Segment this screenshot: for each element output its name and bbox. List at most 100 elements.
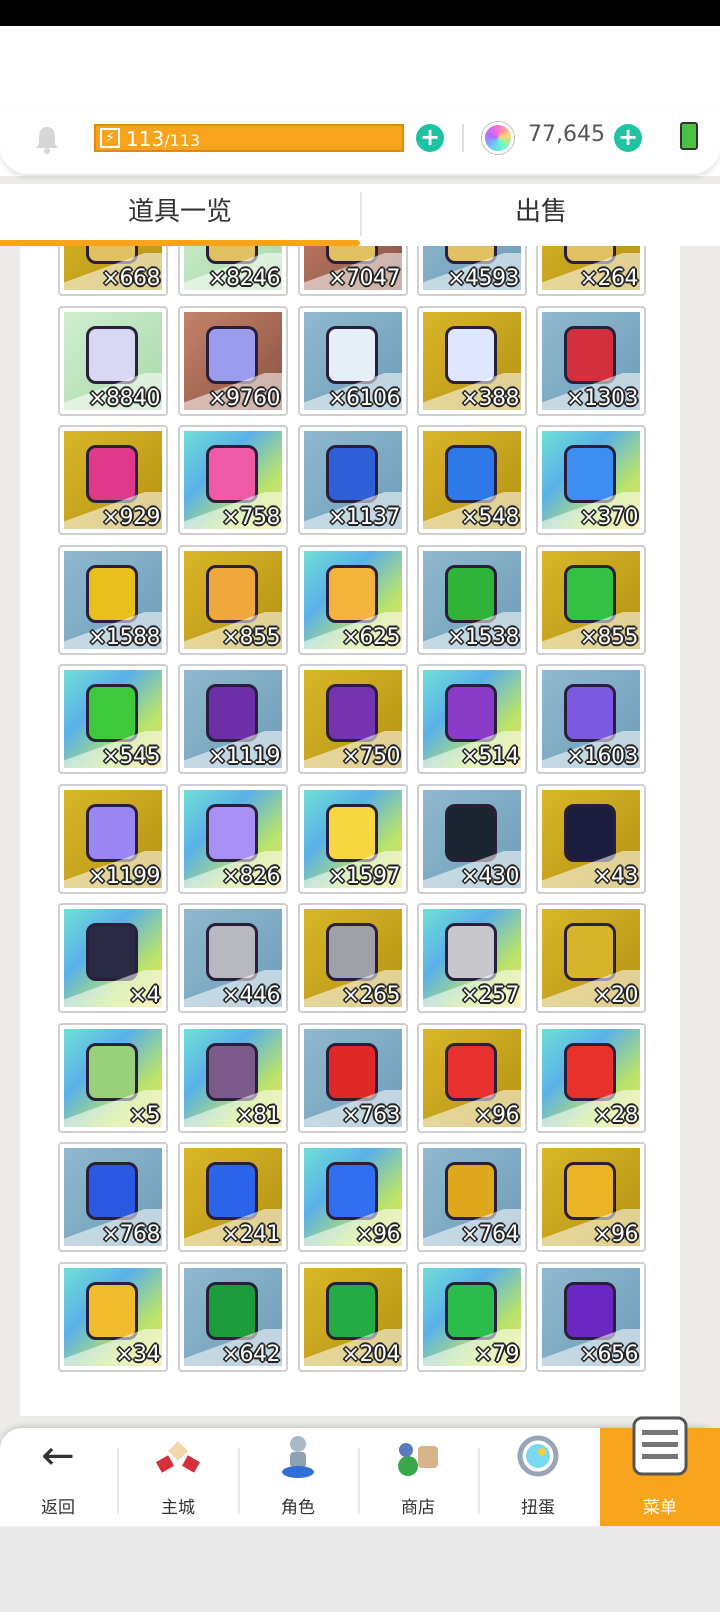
inventory-item[interactable]: ×514 bbox=[417, 664, 527, 774]
inventory-item[interactable]: ×656 bbox=[536, 1262, 646, 1372]
castle-icon bbox=[155, 1441, 201, 1473]
item-background: ×446 bbox=[184, 909, 282, 1007]
inventory-item[interactable]: ×370 bbox=[536, 425, 646, 535]
inventory-item[interactable]: ×7047 bbox=[298, 246, 408, 296]
back-arrow-icon: ← bbox=[41, 1433, 75, 1479]
inventory-item[interactable]: ×8840 bbox=[58, 306, 168, 416]
inventory-item[interactable]: ×625 bbox=[298, 545, 408, 655]
item-background: ×7047 bbox=[304, 246, 402, 290]
inventory-item[interactable]: ×642 bbox=[178, 1262, 288, 1372]
item-quantity: ×1588 bbox=[88, 625, 160, 649]
bottom-nav: ← 返回 主城 角色 商店 扭蛋 菜单 bbox=[0, 1416, 720, 1526]
inventory-item[interactable]: ×257 bbox=[417, 903, 527, 1013]
inventory-item[interactable]: ×1603 bbox=[536, 664, 646, 774]
item-quantity: ×9760 bbox=[208, 386, 280, 410]
inventory-item[interactable]: ×96 bbox=[536, 1142, 646, 1252]
inventory-item[interactable]: ×5 bbox=[58, 1023, 168, 1133]
inventory-item[interactable]: ×388 bbox=[417, 306, 527, 416]
item-quantity: ×763 bbox=[341, 1103, 401, 1127]
inventory-item[interactable]: ×446 bbox=[178, 903, 288, 1013]
inventory-item[interactable]: ×264 bbox=[536, 246, 646, 296]
item-background: ×642 bbox=[184, 1268, 282, 1366]
item-icon bbox=[326, 565, 378, 623]
inventory-item[interactable]: ×1303 bbox=[536, 306, 646, 416]
inventory-item[interactable]: ×4 bbox=[58, 903, 168, 1013]
item-quantity: ×241 bbox=[221, 1222, 281, 1246]
energy-bar: ⚡ 113/113 bbox=[94, 124, 404, 152]
item-background: ×96 bbox=[542, 1148, 640, 1246]
inventory-item[interactable]: ×20 bbox=[536, 903, 646, 1013]
inventory-item[interactable]: ×1588 bbox=[58, 545, 168, 655]
inventory-item[interactable]: ×9760 bbox=[178, 306, 288, 416]
inventory-item[interactable]: ×826 bbox=[178, 784, 288, 894]
nav-gacha[interactable]: 扭蛋 bbox=[480, 1428, 596, 1526]
inventory-item[interactable]: ×668 bbox=[58, 246, 168, 296]
inventory-item[interactable]: ×430 bbox=[417, 784, 527, 894]
item-icon bbox=[564, 804, 616, 862]
inventory-item[interactable]: ×750 bbox=[298, 664, 408, 774]
item-quantity: ×764 bbox=[460, 1222, 520, 1246]
inventory-panel[interactable]: ×668 ×8246 ×7047 ×4593 ×264 ×8840 ×9760 ×6106 ×3… bbox=[20, 246, 680, 1416]
inventory-item[interactable]: ×929 bbox=[58, 425, 168, 535]
inventory-item[interactable]: ×43 bbox=[536, 784, 646, 894]
inventory-item[interactable]: ×1597 bbox=[298, 784, 408, 894]
inventory-item[interactable]: ×1538 bbox=[417, 545, 527, 655]
item-quantity: ×768 bbox=[101, 1222, 161, 1246]
item-icon bbox=[86, 923, 138, 981]
item-quantity: ×79 bbox=[474, 1342, 519, 1366]
item-icon bbox=[445, 804, 497, 862]
add-energy-button[interactable]: + bbox=[416, 124, 444, 152]
inventory-item[interactable]: ×6106 bbox=[298, 306, 408, 416]
inventory-item[interactable]: ×764 bbox=[417, 1142, 527, 1252]
item-quantity: ×1199 bbox=[88, 864, 160, 888]
item-icon bbox=[326, 1043, 378, 1101]
inventory-item[interactable]: ×548 bbox=[417, 425, 527, 535]
shop-bag-icon bbox=[398, 1443, 438, 1476]
battery-icon bbox=[680, 122, 698, 150]
item-quantity: ×750 bbox=[341, 744, 401, 768]
item-background: ×929 bbox=[64, 431, 162, 529]
inventory-item[interactable]: ×8246 bbox=[178, 246, 288, 296]
nav-menu[interactable]: 菜单 bbox=[600, 1416, 720, 1526]
item-icon bbox=[326, 684, 378, 742]
tab-sell[interactable]: 出售 bbox=[362, 184, 720, 246]
inventory-item[interactable]: ×855 bbox=[536, 545, 646, 655]
item-icon bbox=[564, 246, 616, 264]
item-background: ×1588 bbox=[64, 551, 162, 649]
item-icon bbox=[86, 565, 138, 623]
inventory-item[interactable]: ×96 bbox=[417, 1023, 527, 1133]
item-background: ×81 bbox=[184, 1029, 282, 1127]
inventory-item[interactable]: ×79 bbox=[417, 1262, 527, 1372]
nav-character[interactable]: 角色 bbox=[240, 1428, 356, 1526]
item-icon bbox=[564, 326, 616, 384]
inventory-item[interactable]: ×545 bbox=[58, 664, 168, 774]
add-gem-button[interactable]: + bbox=[614, 124, 642, 152]
item-quantity: ×1119 bbox=[208, 744, 280, 768]
item-quantity: ×656 bbox=[579, 1342, 639, 1366]
inventory-item[interactable]: ×763 bbox=[298, 1023, 408, 1133]
bell-icon[interactable] bbox=[34, 124, 60, 154]
inventory-item[interactable]: ×28 bbox=[536, 1023, 646, 1133]
inventory-item[interactable]: ×4593 bbox=[417, 246, 527, 296]
item-quantity: ×1137 bbox=[328, 505, 400, 529]
item-background: ×855 bbox=[542, 551, 640, 649]
item-quantity: ×370 bbox=[579, 505, 639, 529]
inventory-item[interactable]: ×265 bbox=[298, 903, 408, 1013]
inventory-item[interactable]: ×96 bbox=[298, 1142, 408, 1252]
nav-back[interactable]: ← 返回 bbox=[0, 1428, 116, 1526]
inventory-item[interactable]: ×204 bbox=[298, 1262, 408, 1372]
item-icon bbox=[206, 326, 258, 384]
inventory-item[interactable]: ×855 bbox=[178, 545, 288, 655]
item-quantity: ×264 bbox=[579, 266, 639, 290]
tab-item-list[interactable]: 道具一览 bbox=[0, 184, 360, 246]
inventory-item[interactable]: ×1137 bbox=[298, 425, 408, 535]
inventory-item[interactable]: ×34 bbox=[58, 1262, 168, 1372]
inventory-item[interactable]: ×1199 bbox=[58, 784, 168, 894]
inventory-item[interactable]: ×241 bbox=[178, 1142, 288, 1252]
nav-main-city[interactable]: 主城 bbox=[120, 1428, 236, 1526]
inventory-item[interactable]: ×758 bbox=[178, 425, 288, 535]
nav-shop[interactable]: 商店 bbox=[360, 1428, 476, 1526]
inventory-item[interactable]: ×81 bbox=[178, 1023, 288, 1133]
inventory-item[interactable]: ×768 bbox=[58, 1142, 168, 1252]
inventory-item[interactable]: ×1119 bbox=[178, 664, 288, 774]
